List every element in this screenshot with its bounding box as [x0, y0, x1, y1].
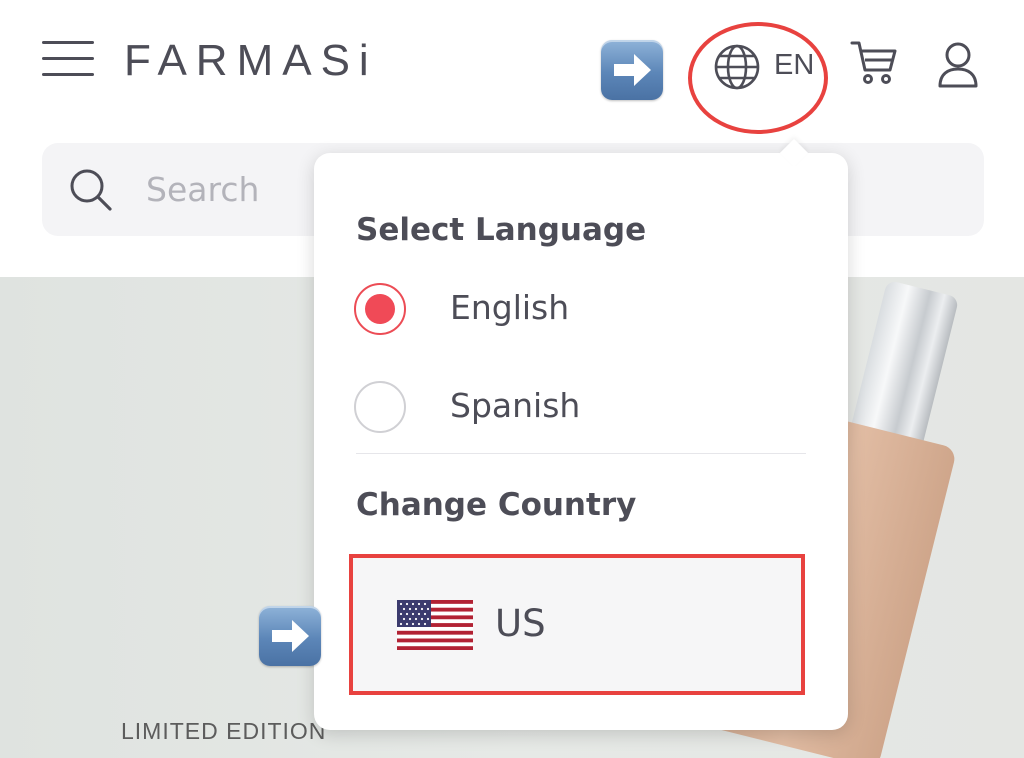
- us-flag-icon: [397, 600, 473, 650]
- radio-unchecked[interactable]: [354, 381, 406, 433]
- right-arrow-annotation-icon: [259, 606, 321, 666]
- language-option-english[interactable]: English: [354, 280, 774, 336]
- select-language-heading: Select Language: [356, 212, 647, 248]
- language-option-label: Spanish: [450, 386, 581, 425]
- change-country-heading: Change Country: [356, 487, 637, 523]
- language-option-spanish[interactable]: Spanish: [354, 378, 774, 434]
- language-dropdown: Select Language English Spanish Change C…: [314, 153, 848, 730]
- globe-icon: [714, 44, 760, 90]
- site-header: FARMASi EN: [0, 0, 1024, 134]
- country-label: US: [495, 602, 546, 645]
- brand-logo[interactable]: FARMASi: [124, 36, 378, 86]
- divider: [356, 453, 806, 454]
- language-selector-button[interactable]: EN: [712, 42, 822, 92]
- banner-caption: LIMITED EDITION: [121, 718, 327, 744]
- cart-icon[interactable]: [850, 38, 898, 86]
- radio-checked[interactable]: [354, 283, 406, 335]
- search-icon: [70, 169, 112, 211]
- account-icon[interactable]: [936, 40, 980, 90]
- country-option-us[interactable]: US: [349, 554, 805, 695]
- right-arrow-annotation-icon: [601, 40, 663, 100]
- language-option-label: English: [450, 288, 570, 327]
- language-code: EN: [774, 49, 815, 81]
- menu-icon[interactable]: [42, 40, 94, 78]
